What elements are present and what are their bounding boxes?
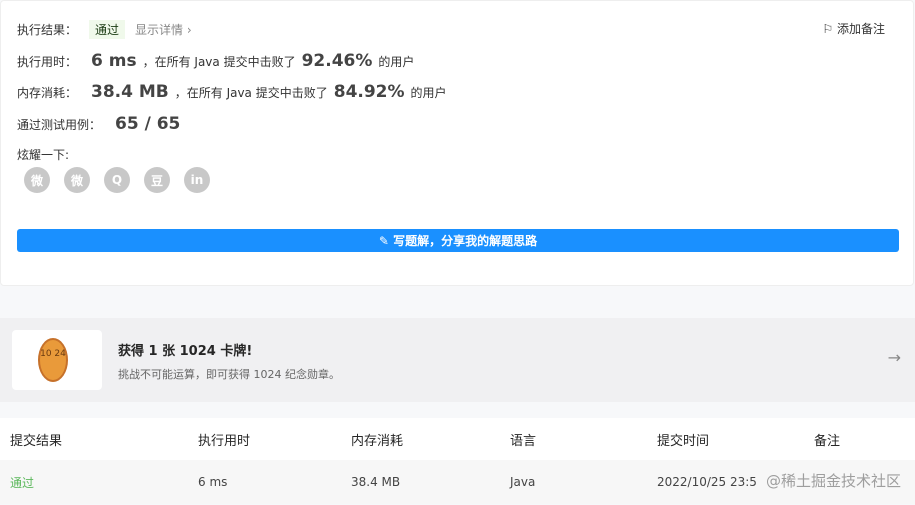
write-solution-button[interactable]: ✎ 写题解，分享我的解题思路 (17, 229, 899, 252)
add-note-button[interactable]: ⚐ 添加备注 (822, 20, 885, 37)
card-banner[interactable]: 10 24 获得 1 张 1024 卡牌! 挑战不可能运算，即可获得 1024 … (0, 318, 915, 402)
badge-image: 10 24 (12, 330, 102, 390)
result-row: 执行结果： 通过 显示详情 › (17, 20, 192, 39)
wechat-icon[interactable]: 微 (24, 167, 50, 193)
watermark: @稀土掘金技术社区 (765, 472, 901, 490)
memory-row: 内存消耗： 38.4 MB ，在所有 Java 提交中击败了 84.92% 的用… (17, 82, 447, 102)
tests-row: 通过测试用例： 65 / 65 (17, 114, 181, 134)
runtime-row: 执行用时： 6 ms ，在所有 Java 提交中击败了 92.46% 的用户 (17, 51, 415, 71)
show-details-link[interactable]: 显示详情 › (135, 21, 192, 38)
table-header: 提交结果 执行用时 内存消耗 语言 提交时间 备注 (10, 433, 841, 449)
qq-icon[interactable]: Q (104, 167, 130, 193)
linkedin-icon[interactable]: in (184, 167, 210, 193)
status-badge: 通过 (89, 20, 126, 39)
coin-icon: 10 24 (38, 338, 68, 382)
result-card: 执行结果： 通过 显示详情 › ⚐ 添加备注 执行用时： 6 ms ，在所有 J… (0, 0, 914, 286)
douban-icon[interactable]: 豆 (144, 167, 170, 193)
share-label: 炫耀一下: (17, 148, 70, 162)
submissions-table: 提交结果 执行用时 内存消耗 语言 提交时间 备注 通过 6 ms 38.4 M… (0, 418, 915, 504)
flag-icon: ⚐ (822, 22, 837, 36)
weibo-icon[interactable]: 微 (64, 167, 90, 193)
share-icons: 微 微 Q 豆 in (24, 167, 210, 193)
arrow-right-icon[interactable]: → (888, 348, 901, 367)
